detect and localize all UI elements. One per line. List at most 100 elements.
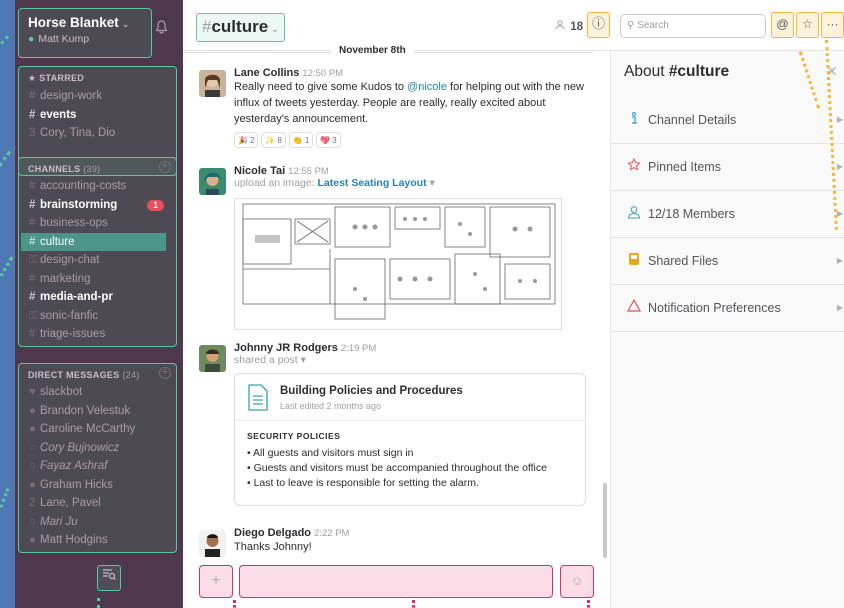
sidebar-item-Matt Hodgins[interactable]: ● Matt Hodgins xyxy=(19,531,176,550)
shared-post[interactable]: Building Policies and Procedures Last ed… xyxy=(234,373,586,506)
floorplan-image[interactable] xyxy=(234,198,562,330)
file-link[interactable]: Latest Seating Layout xyxy=(317,177,426,189)
reactions: 🎉 2 ✨ 8 👏 1 💖 3 xyxy=(234,132,594,148)
user-mention[interactable]: @nicole xyxy=(407,81,447,93)
channels-section: CHANNELS (39) + # accounting-costs # brains… xyxy=(18,157,177,347)
presence-icon: ● xyxy=(29,423,36,435)
sidebar-item-label: slackbot xyxy=(40,386,83,398)
sidebar-item-label: Lane, Pavel xyxy=(40,497,101,509)
sidebar-item-marketing[interactable]: # marketing xyxy=(19,270,176,289)
message-timestamp[interactable]: 12:55 PM xyxy=(288,166,329,177)
sidebar-item-Lane, Pavel[interactable]: 2 Lane, Pavel xyxy=(19,494,176,513)
post-title[interactable]: Building Policies and Procedures xyxy=(280,385,463,397)
sidebar-item-slackbot[interactable]: ♥ slackbot xyxy=(19,383,176,402)
sidebar-item-label: culture xyxy=(40,235,75,248)
message: Nicole Tai 12:55 PM upload an image: Late… xyxy=(199,165,594,333)
sidebar-item-label: Cory Bujnowicz xyxy=(40,441,120,454)
hash-icon: # xyxy=(29,217,36,229)
sidebar-item-Cory Bujnowicz[interactable]: ○ Cory Bujnowicz xyxy=(19,439,176,458)
panel-item-shared-files[interactable]: Shared Files ▶ xyxy=(611,238,844,285)
starred-header: STARRED xyxy=(39,73,85,83)
at-icon: @ xyxy=(776,17,789,31)
sidebar-item-culture[interactable]: # culture xyxy=(21,232,166,251)
presence-icon: ● xyxy=(28,33,35,45)
sidebar-item-brainstorming[interactable]: # brainstorming 1 xyxy=(19,196,176,215)
dm-count: (24) xyxy=(122,370,140,380)
quick-switcher-icon[interactable] xyxy=(97,565,121,591)
presence-icon: ● xyxy=(29,404,36,417)
channel-title[interactable]: #culture ⌄ xyxy=(196,13,285,42)
channel-info-button[interactable]: ⓘ xyxy=(587,12,610,38)
message-author[interactable]: Lane Collins xyxy=(234,67,299,79)
sidebar-item-label: accounting-costs xyxy=(40,180,127,192)
sidebar-item-design-work[interactable]: # design-work xyxy=(19,87,176,106)
message-input[interactable] xyxy=(239,565,553,598)
message-timestamp[interactable]: 2:19 PM xyxy=(341,343,376,354)
sidebar-item-label: design-chat xyxy=(40,254,100,266)
add-dm-icon[interactable]: + xyxy=(159,367,171,379)
hash-icon: # xyxy=(29,291,36,303)
sidebar-item-label: Brandon Velestuk xyxy=(40,404,131,417)
team-switcher[interactable]: Horse Blanket ⌄ ● Matt Kump xyxy=(18,8,152,58)
scrollbar[interactable] xyxy=(603,483,607,558)
reaction-button[interactable]: 👏 1 xyxy=(288,132,314,148)
sidebar-item-design-chat[interactable]: ⚿ design-chat xyxy=(19,251,176,270)
post-edited: Last edited 2 months ago xyxy=(280,401,382,411)
starred-items-button[interactable]: ☆ xyxy=(796,12,819,38)
sidebar-item-label: Cory, Tina, Dio xyxy=(40,127,116,139)
message-author[interactable]: Nicole Tai xyxy=(234,165,285,177)
panel-item-pinned-items[interactable]: Pinned Items ▶ xyxy=(611,144,844,191)
sidebar-item-Brandon Velestuk[interactable]: ● Brandon Velestuk xyxy=(19,402,176,421)
sidebar-item-Caroline McCarthy[interactable]: ● Caroline McCarthy xyxy=(19,420,176,439)
reaction-count: 8 xyxy=(277,135,282,145)
panel-item-notification-preferences[interactable]: Notification Preferences ▶ xyxy=(611,285,844,332)
add-channel-icon[interactable]: + xyxy=(159,161,171,173)
panel-item-12-18-members[interactable]: 12/18 Members ▶ xyxy=(611,191,844,238)
chevron-down-icon[interactable]: ▾ xyxy=(301,354,306,366)
attach-button[interactable]: + xyxy=(199,565,233,598)
sidebar-item-Mari Ju[interactable]: ○ Mari Ju xyxy=(19,513,176,532)
sidebar-item-sonic-fanfic[interactable]: ⚿ sonic-fanfic xyxy=(19,307,176,326)
dm-header[interactable]: DIRECT MESSAGES xyxy=(28,370,120,380)
avatar[interactable] xyxy=(199,345,226,372)
search-input[interactable]: ⚲ Search xyxy=(620,14,766,38)
chevron-right-icon: ▶ xyxy=(836,256,843,265)
avatar[interactable] xyxy=(199,530,226,557)
reaction-button[interactable]: 💖 3 xyxy=(316,132,341,148)
sidebar-item-label: Caroline McCarthy xyxy=(40,423,136,435)
sidebar-item-events[interactable]: # events xyxy=(19,106,176,125)
emoji-button[interactable]: ☺ xyxy=(560,565,594,598)
mentions-button[interactable]: @ xyxy=(771,12,794,38)
message-timestamp[interactable]: 2:22 PM xyxy=(314,528,349,539)
bell-icon[interactable] xyxy=(155,20,168,37)
pin-icon xyxy=(625,145,643,191)
reaction-button[interactable]: 🎉 2 xyxy=(234,132,259,148)
sidebar-item-triage-issues[interactable]: # triage-issues xyxy=(19,325,176,344)
chevron-right-icon: ▶ xyxy=(836,162,843,171)
channels-header[interactable]: CHANNELS xyxy=(28,164,80,174)
message-author[interactable]: Diego Delgado xyxy=(234,527,311,539)
chevron-down-icon[interactable]: ▾ xyxy=(430,177,435,189)
sidebar-item-Graham Hicks[interactable]: ● Graham Hicks xyxy=(19,476,176,495)
panel-item-label: Notification Preferences xyxy=(648,301,781,315)
hash-icon: # xyxy=(29,108,36,121)
sidebar-item-Cory, Tina, Dio[interactable]: 3 Cory, Tina, Dio xyxy=(19,124,176,143)
presence-icon: ● xyxy=(29,534,36,546)
sidebar-item-accounting-costs[interactable]: # accounting-costs xyxy=(19,177,176,196)
sidebar-item-media-and-pr[interactable]: # media-and-pr xyxy=(19,288,176,307)
current-user: Matt Kump xyxy=(38,33,90,45)
avatar[interactable] xyxy=(199,168,226,195)
avatar[interactable] xyxy=(199,70,226,97)
message-timestamp[interactable]: 12:50 PM xyxy=(302,68,343,79)
team-name: Horse Blanket xyxy=(28,15,119,30)
sidebar-item-Fayaz Ashraf[interactable]: ○ Fayaz Ashraf xyxy=(19,457,176,476)
member-count[interactable]: 18 xyxy=(555,20,583,33)
more-button[interactable]: ··· xyxy=(821,12,844,38)
sidebar-item-business-ops[interactable]: # business-ops xyxy=(19,214,176,233)
panel-item-channel-details[interactable]: Channel Details ▶ xyxy=(611,97,844,144)
panel-item-label: Pinned Items xyxy=(648,160,721,174)
message-author[interactable]: Johnny JR Rodgers xyxy=(234,342,338,354)
dm-section: DIRECT MESSAGES (24) + ♥ slackbot ● Brandon… xyxy=(18,363,177,553)
reaction-button[interactable]: ✨ 8 xyxy=(261,132,286,148)
hash-icon: # xyxy=(29,235,36,248)
